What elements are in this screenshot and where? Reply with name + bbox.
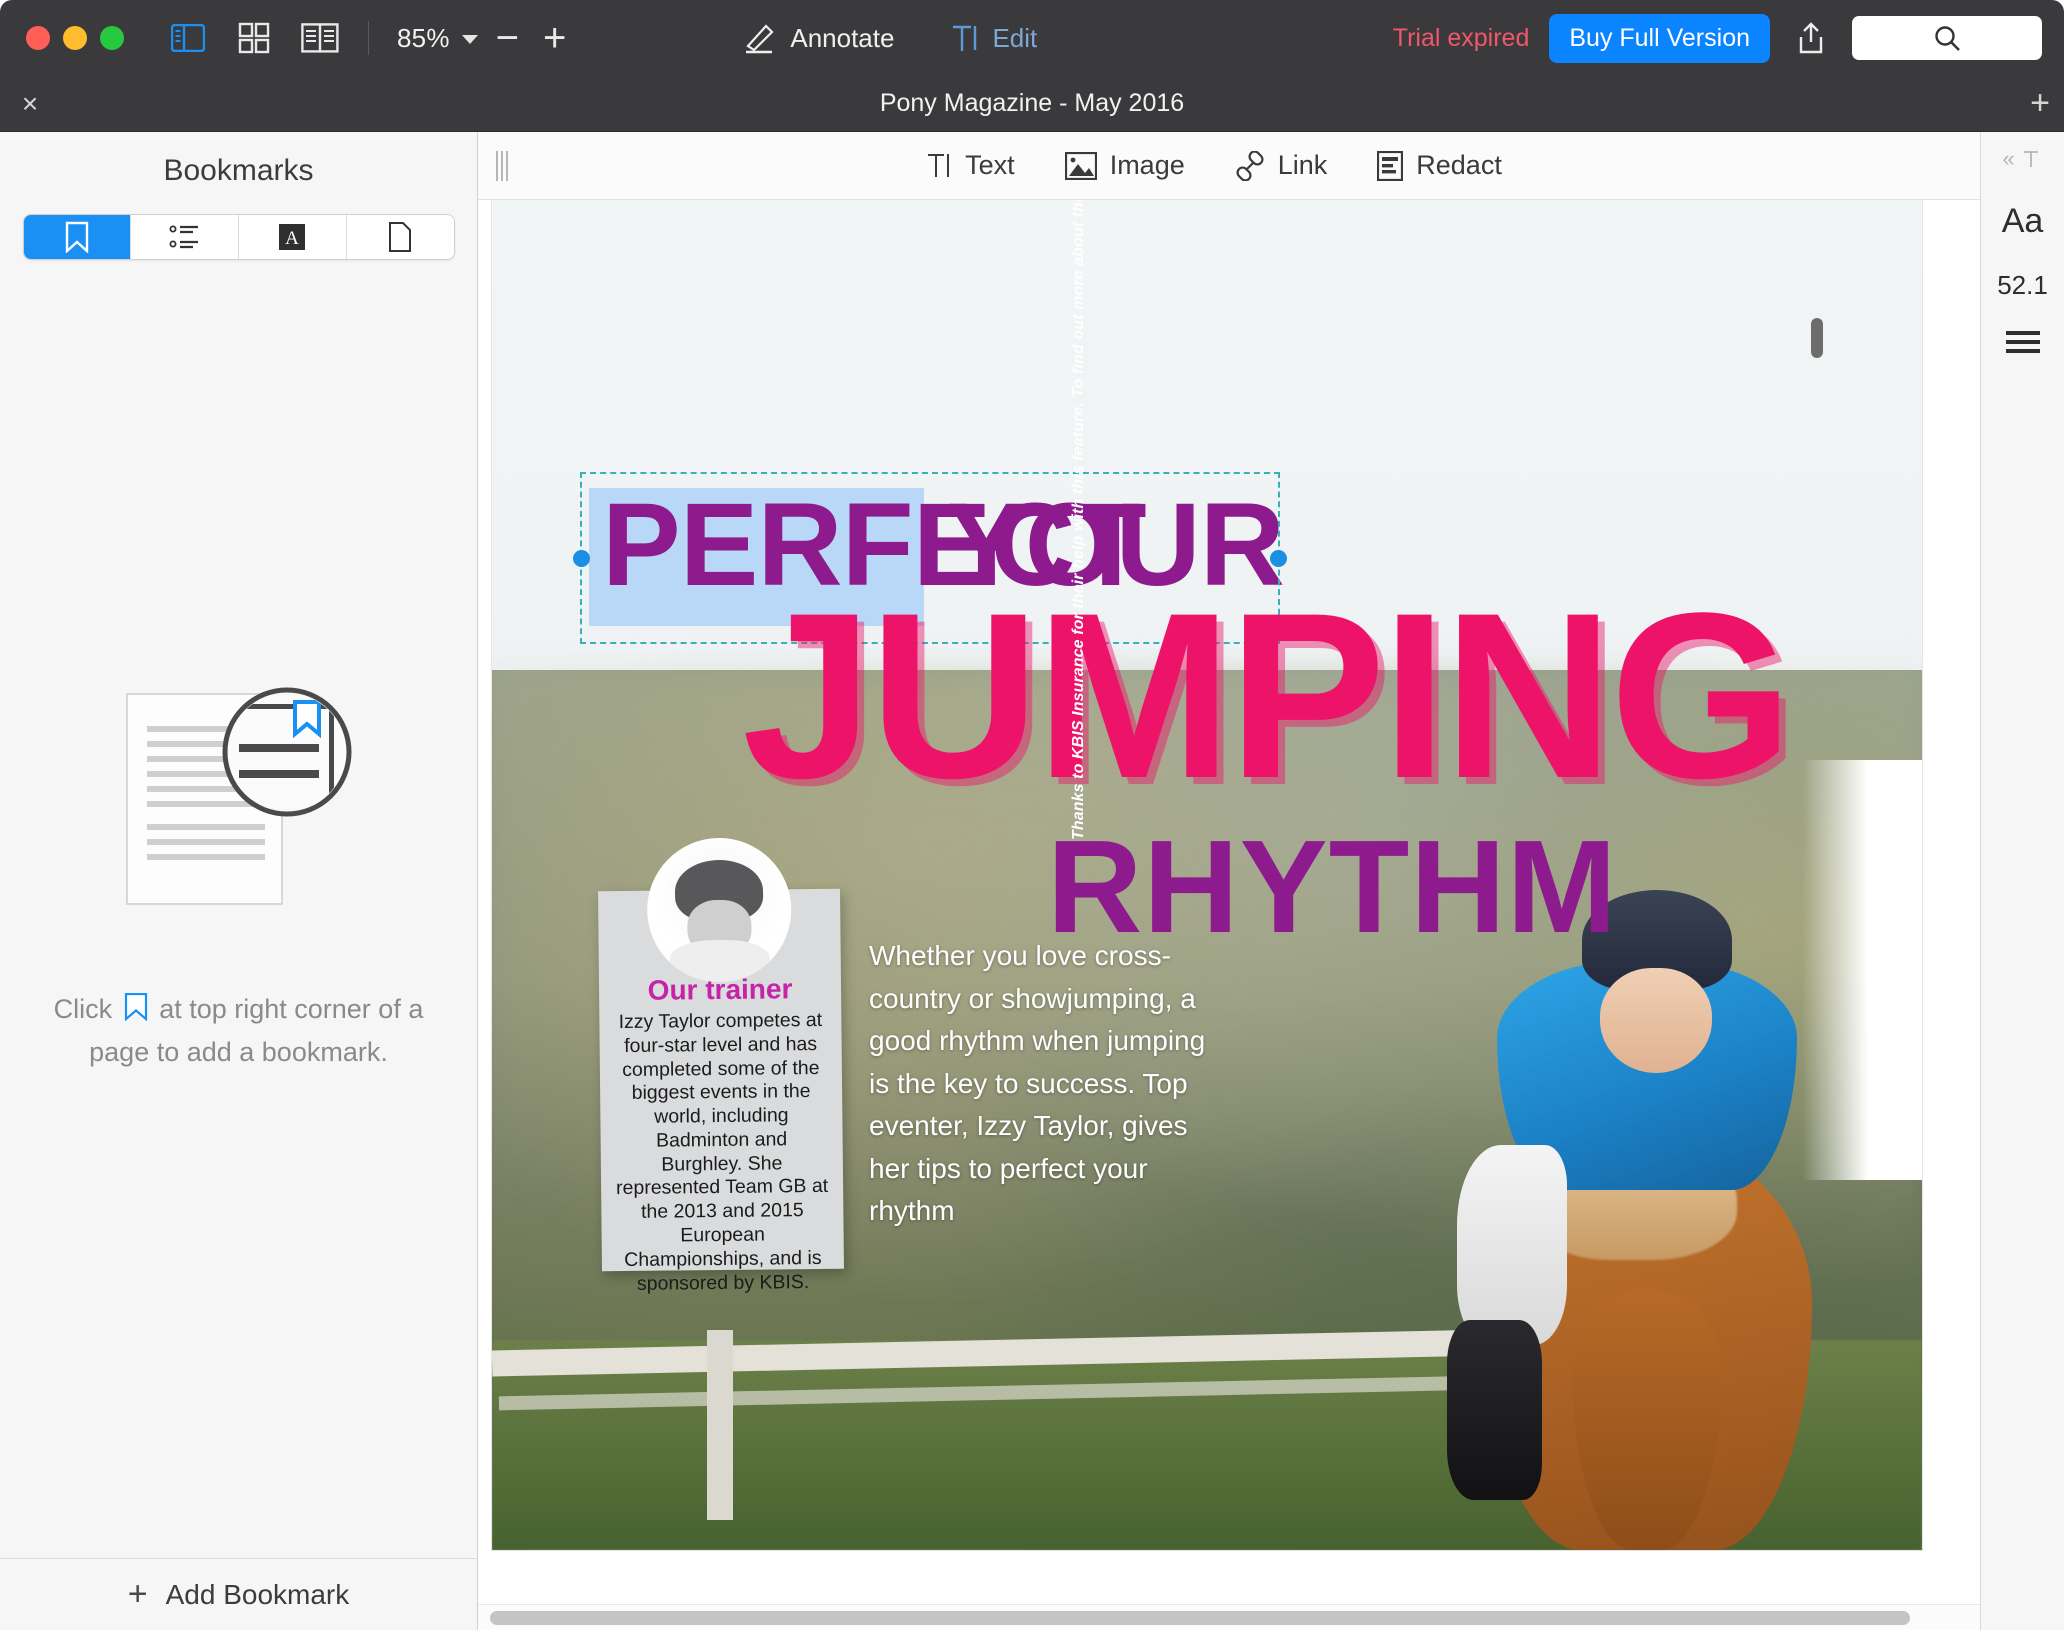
share-icon[interactable] — [1790, 17, 1832, 59]
link-tool-label: Link — [1277, 150, 1328, 180]
two-page-view-icon[interactable] — [300, 19, 340, 57]
edit-tool-group: Text Image Link Redact — [926, 150, 1562, 181]
trainer-card[interactable]: Our trainer Izzy Taylor competes at four… — [598, 837, 844, 1294]
minimize-window-button[interactable] — [63, 26, 87, 50]
maximize-window-button[interactable] — [100, 26, 124, 50]
search-input[interactable] — [1852, 16, 2042, 60]
redact-tool-label: Redact — [1416, 150, 1502, 180]
rider-boot — [1447, 1320, 1542, 1500]
toolbar-divider — [368, 21, 369, 55]
zoom-controls: 85% − + — [397, 18, 572, 58]
outline-list-icon — [169, 225, 198, 249]
sidebar-tab-outline[interactable] — [131, 215, 239, 259]
image-tool-icon — [1064, 151, 1097, 180]
tab-bar: × Pony Magazine - May 2016 + — [0, 76, 2064, 132]
document-area: Text Image Link Redact PERFECT YOUR JUMP… — [478, 132, 1980, 1630]
empty-state-illustration — [89, 666, 389, 916]
close-window-button[interactable] — [26, 26, 50, 50]
bookmarks-empty-state: Click at top right corner of a page to a… — [0, 260, 477, 1558]
collapse-chevrons-icon[interactable]: « — [2002, 146, 2014, 172]
main-content: Bookmarks A Click at top right corner of… — [0, 132, 2064, 1630]
vertical-scrollbar[interactable] — [1808, 200, 1826, 1550]
buy-full-version-button[interactable]: Buy Full Version — [1549, 13, 1770, 63]
sidebar-tab-annotations[interactable]: A — [239, 215, 347, 259]
bookmarks-hint-text: Click at top right corner of a page to a… — [39, 990, 439, 1071]
search-icon — [1935, 26, 1960, 51]
toolbar-drag-handle[interactable] — [496, 150, 508, 181]
bookmarks-sidebar: Bookmarks A Click at top right corner of… — [0, 132, 478, 1630]
pdf-editor-window: 85% − + Annotate Edit Trial expired Buy … — [0, 0, 2064, 1630]
intro-paragraph[interactable]: Whether you love cross-country or showju… — [869, 935, 1209, 1233]
line-spacing-icon[interactable] — [2005, 330, 2040, 353]
format-inspector: « Aa 52.1 — [1980, 132, 2064, 1630]
page-viewport[interactable]: PERFECT YOUR JUMPING RHYTHM Thanks to KB… — [478, 200, 1980, 1630]
text-tool-label: Text — [965, 150, 1015, 180]
new-tab-button[interactable]: + — [2030, 84, 2050, 123]
trial-controls: Trial expired Buy Full Version — [1392, 13, 2042, 63]
trainer-card-body: Izzy Taylor competes at four-star level … — [615, 1008, 829, 1295]
document-tab-title[interactable]: Pony Magazine - May 2016 — [0, 89, 2064, 118]
hint-text-before: Click — [53, 994, 113, 1025]
edit-button[interactable]: Edit — [950, 22, 1037, 54]
page-icon — [389, 222, 412, 252]
rider-breeches — [1457, 1145, 1567, 1345]
chevron-down-icon[interactable] — [461, 35, 478, 44]
headline-word-jumping[interactable]: JUMPING — [742, 578, 1793, 814]
link-tool-button[interactable]: Link — [1235, 150, 1328, 181]
annotate-label: Annotate — [790, 22, 895, 53]
rider-photo — [1422, 890, 1902, 1550]
sidebar-toggle-icon[interactable] — [168, 19, 208, 57]
zoom-out-button[interactable]: − — [490, 18, 525, 58]
trial-status-label: Trial expired — [1392, 23, 1530, 52]
sidebar-tab-pages[interactable] — [346, 215, 454, 259]
horizontal-scrollbar[interactable] — [478, 1604, 1980, 1630]
view-mode-controls — [168, 19, 340, 57]
plus-icon: + — [127, 1575, 148, 1613]
vertical-credit-text: Thanks to KBIS Insurance for their help … — [1070, 200, 1087, 840]
annotate-button[interactable]: Annotate — [742, 22, 894, 54]
avatar-body — [669, 939, 770, 983]
annotations-a-icon: A — [279, 224, 306, 250]
pdf-page[interactable]: PERFECT YOUR JUMPING RHYTHM Thanks to KB… — [492, 200, 1922, 1550]
link-tool-icon — [1236, 150, 1264, 181]
rider-face — [1600, 968, 1712, 1073]
text-format-icon — [2023, 151, 2038, 167]
close-tab-button[interactable]: × — [8, 88, 52, 120]
mode-switcher: Annotate Edit — [742, 22, 1037, 54]
resize-handle-left[interactable] — [573, 550, 590, 567]
bookmark-icon — [65, 221, 89, 253]
inspector-collapse-row[interactable]: « — [2002, 146, 2042, 172]
sidebar-title: Bookmarks — [163, 154, 314, 187]
svg-text:A: A — [286, 228, 300, 249]
edit-label: Edit — [992, 22, 1038, 53]
image-tool-button[interactable]: Image — [1064, 150, 1185, 181]
edit-text-icon — [953, 25, 977, 51]
photo-fence-post — [707, 1330, 733, 1520]
sidebar-tab-group: A — [22, 214, 455, 260]
redact-tool-icon — [1377, 150, 1404, 181]
headline-word-rhythm[interactable]: RHYTHM — [1047, 821, 1618, 953]
vertical-scrollbar-thumb[interactable] — [1811, 318, 1823, 358]
image-tool-label: Image — [1109, 150, 1185, 180]
redact-tool-button[interactable]: Redact — [1377, 150, 1502, 181]
edit-toolbar: Text Image Link Redact — [478, 132, 1980, 200]
sidebar-tab-bookmarks[interactable] — [23, 215, 132, 259]
font-size-value[interactable]: 52.1 — [1995, 270, 2051, 301]
horizontal-scrollbar-thumb[interactable] — [490, 1611, 1910, 1625]
add-bookmark-button[interactable]: + Add Bookmark — [0, 1558, 477, 1630]
font-family-button[interactable]: Aa — [2002, 202, 2044, 241]
bookmark-icon — [124, 993, 148, 1032]
window-controls — [26, 26, 124, 50]
zoom-level-value[interactable]: 85% — [397, 23, 450, 54]
annotate-pen-icon — [746, 24, 774, 54]
grid-view-icon[interactable] — [234, 19, 274, 57]
trainer-avatar — [646, 837, 792, 983]
zoom-in-button[interactable]: + — [537, 18, 572, 58]
add-bookmark-label: Add Bookmark — [165, 1578, 350, 1610]
text-tool-icon — [928, 153, 950, 177]
text-tool-button[interactable]: Text — [926, 150, 1015, 181]
main-toolbar: 85% − + Annotate Edit Trial expired Buy … — [0, 0, 2064, 76]
